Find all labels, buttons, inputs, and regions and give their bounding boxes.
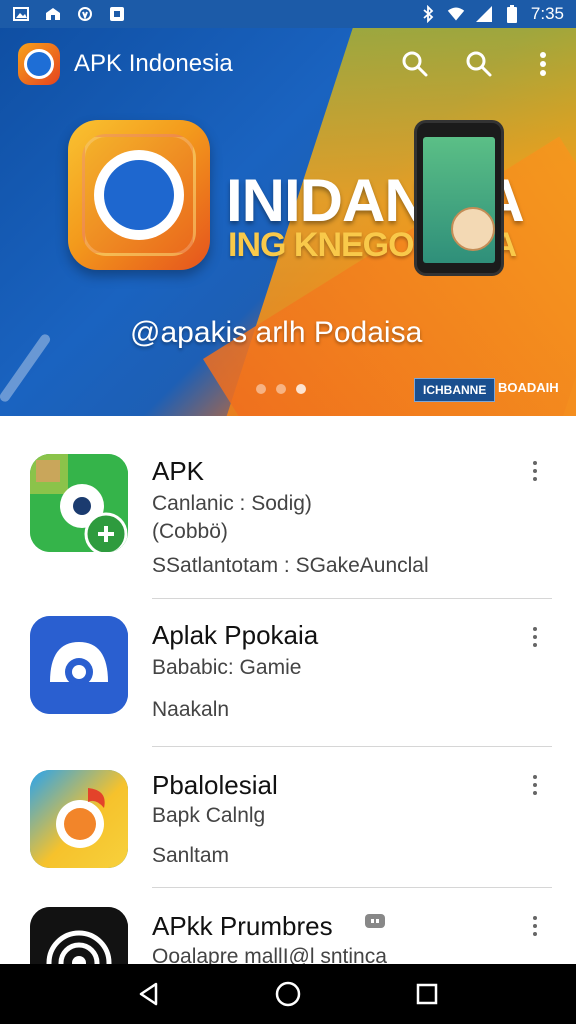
app-icon — [30, 907, 128, 964]
search-icon[interactable] — [464, 49, 494, 79]
app-title: Pbalolesial — [152, 770, 278, 800]
hero-banner[interactable]: APK Indonesia INIDANSIA ING KNEGORAIDA @… — [0, 28, 576, 416]
banner-badge-text: BOADAIH — [498, 380, 559, 395]
app-icon — [30, 770, 128, 868]
signal-icon — [475, 5, 493, 23]
carousel-dot[interactable] — [276, 384, 286, 394]
banner-decoration — [0, 332, 53, 404]
app-meta: Sanltam — [152, 844, 230, 867]
back-icon[interactable] — [129, 974, 169, 1014]
app-title: APkk Prumbres — [152, 911, 333, 941]
overflow-menu-icon[interactable] — [528, 49, 558, 79]
carousel-indicator — [256, 384, 306, 394]
gallery-icon — [12, 5, 30, 23]
navigation-bar — [0, 964, 576, 1024]
app-title: APK Indonesia — [74, 50, 233, 77]
app-meta: Canlanic : Sodig) — [152, 492, 312, 515]
app-title: Aplak Ppokaia — [152, 620, 319, 650]
home-icon — [44, 5, 62, 23]
status-bar: 7:35 — [0, 0, 576, 28]
app-title: APK — [152, 456, 205, 486]
battery-icon — [503, 5, 521, 23]
app-meta: Ooalapre mallI@l sntinca — [152, 945, 387, 964]
wifi-icon — [447, 5, 465, 23]
app-meta: SSatlantotam : SGakeAunclal — [152, 554, 429, 577]
app-icon — [30, 616, 128, 714]
app-meta: Bababic: Gamie — [152, 656, 302, 679]
carousel-dot[interactable] — [256, 384, 266, 394]
app-meta: Bapk Calnlg — [152, 804, 266, 827]
bluetooth-icon — [419, 5, 437, 23]
app-list: APK Canlanic : Sodig) (Cobbö) SSatlantot… — [0, 416, 576, 964]
app-logo — [18, 43, 60, 85]
recents-icon[interactable] — [407, 974, 447, 1014]
status-time: 7:35 — [530, 4, 564, 23]
banner-tagline: @apakis arlh Podaisa — [130, 316, 423, 349]
message-icon — [108, 5, 126, 23]
home-nav-icon[interactable] — [268, 974, 308, 1014]
banner-app-logo — [68, 120, 210, 270]
divider — [152, 887, 552, 888]
search-icon[interactable] — [400, 49, 430, 79]
overflow-menu-icon[interactable] — [524, 456, 546, 486]
divider — [152, 746, 552, 747]
app-bar: APK Indonesia — [0, 28, 576, 100]
app-meta: (Cobbö) — [152, 520, 228, 543]
dog-illustration — [451, 207, 495, 251]
overflow-menu-icon[interactable] — [524, 770, 546, 800]
chat-badge-icon — [364, 913, 386, 931]
app-meta: Naakaln — [152, 698, 230, 721]
carousel-dot[interactable] — [296, 384, 306, 394]
phone-illustration — [414, 120, 504, 276]
app-icon — [30, 454, 128, 552]
divider — [152, 598, 552, 599]
overflow-menu-icon[interactable] — [524, 622, 546, 652]
overflow-menu-icon[interactable] — [524, 911, 546, 941]
banner-badge: ICHBANNE — [414, 378, 496, 402]
location-icon — [76, 5, 94, 23]
